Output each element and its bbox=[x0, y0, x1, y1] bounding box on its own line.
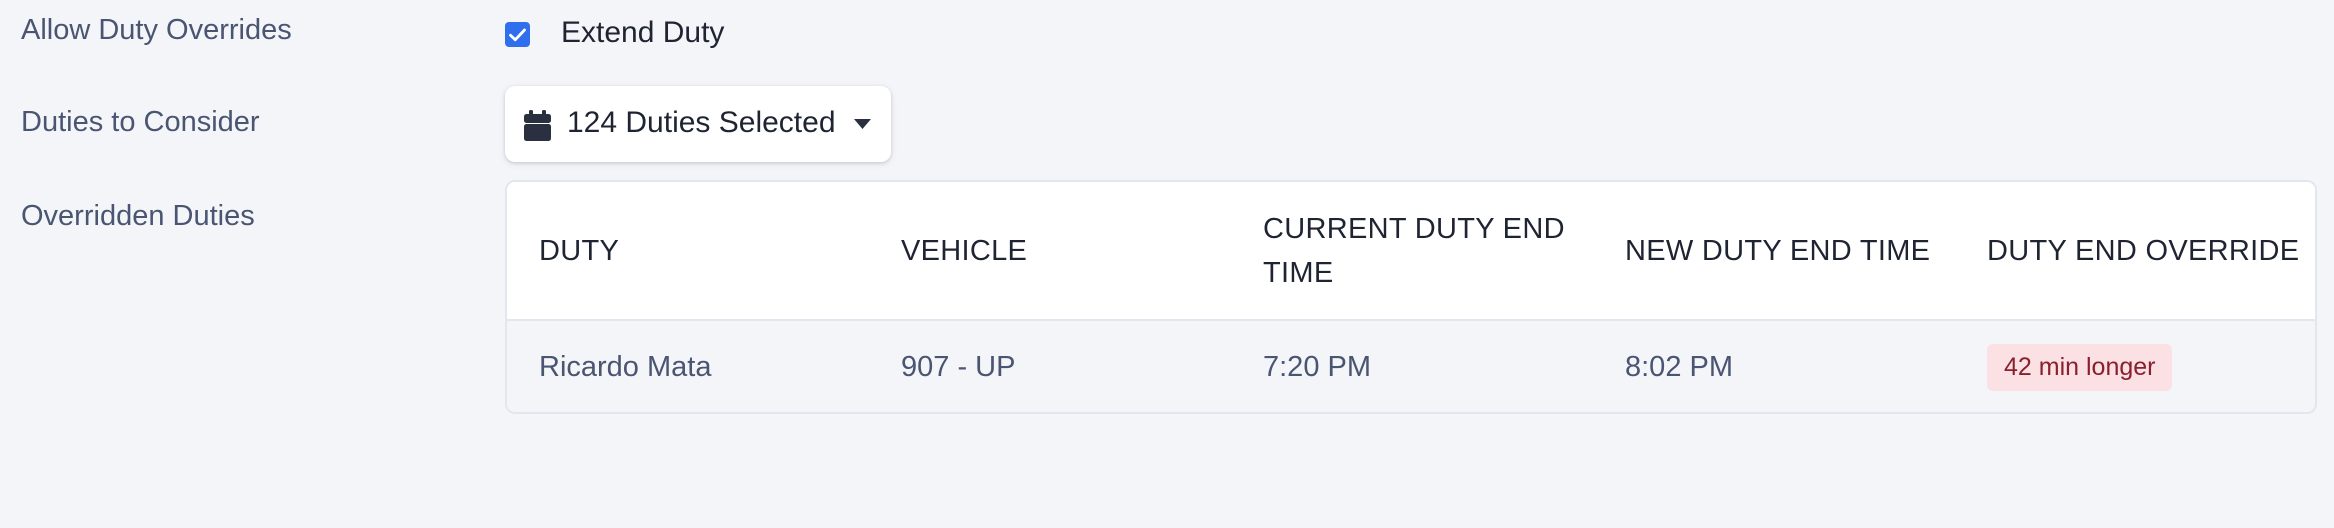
column-header-duty-end-override: DUTY END OVERRIDE bbox=[1987, 234, 2300, 267]
extend-duty-label[interactable]: Extend Duty bbox=[561, 16, 724, 50]
column-header-duty: DUTY bbox=[539, 234, 620, 267]
duties-selected-text: 124 Duties Selected bbox=[567, 106, 836, 139]
column-header-current-duty-end-time: CURRENT DUTY END TIME bbox=[1263, 212, 1565, 289]
column-header-new-duty-end-time: NEW DUTY END TIME bbox=[1625, 234, 1931, 267]
table-row: Ricardo Mata 907 - UP 7:20 PM 8:02 PM 42… bbox=[507, 321, 2315, 412]
caret-down-icon bbox=[854, 119, 871, 129]
cell-duty: Ricardo Mata bbox=[539, 351, 712, 383]
cell-duty-end-override: 42 min longer bbox=[1987, 321, 2307, 412]
cell-new-end-time: 8:02 PM bbox=[1625, 351, 1733, 383]
checkmark-icon bbox=[509, 28, 526, 41]
row-label-allow-duty-overrides: Allow Duty Overrides bbox=[21, 14, 292, 46]
cell-current-end-time: 7:20 PM bbox=[1263, 351, 1371, 383]
calendar-icon bbox=[524, 110, 551, 141]
extend-duty-checkbox[interactable] bbox=[505, 22, 530, 47]
row-label-overridden-duties: Overridden Duties bbox=[21, 200, 255, 232]
cell-vehicle: 907 - UP bbox=[901, 351, 1016, 383]
overridden-duties-table: DUTY VEHICLE CURRENT DUTY END TIME NEW D… bbox=[505, 180, 2317, 414]
row-label-duties-to-consider: Duties to Consider bbox=[21, 106, 260, 138]
column-header-vehicle: VEHICLE bbox=[901, 234, 1028, 267]
override-badge: 42 min longer bbox=[1987, 344, 2173, 391]
table-header: DUTY VEHICLE CURRENT DUTY END TIME NEW D… bbox=[507, 182, 2315, 321]
duties-select-dropdown[interactable]: 124 Duties Selected bbox=[505, 86, 891, 162]
